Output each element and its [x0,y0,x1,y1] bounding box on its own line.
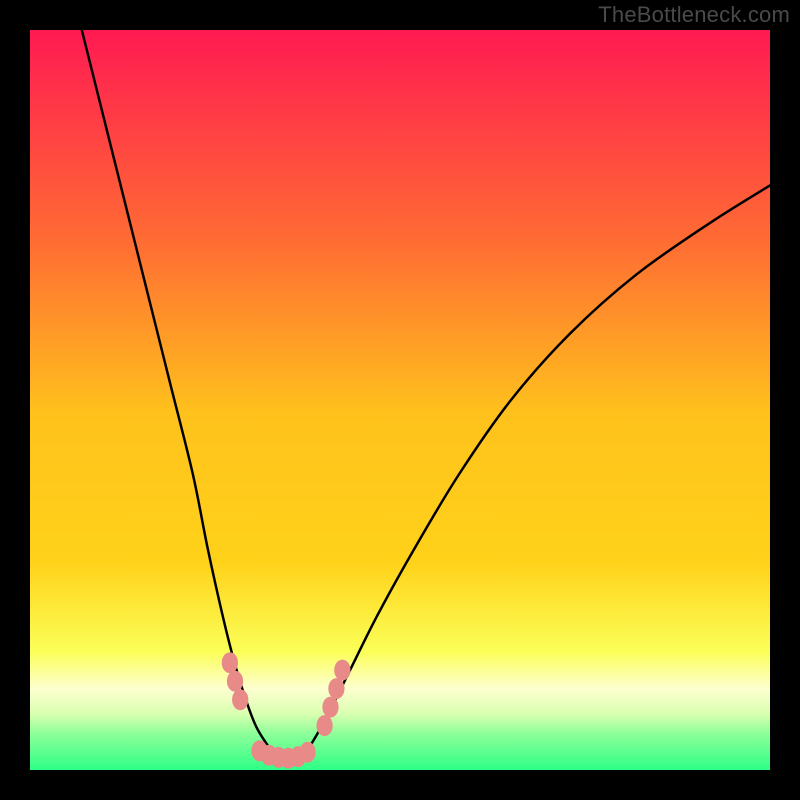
data-marker [322,697,338,718]
data-marker [222,652,238,673]
watermark-text: TheBottleneck.com [598,2,790,28]
bottleneck-chart [30,30,770,770]
gradient-background [30,30,770,770]
data-marker [232,689,248,710]
data-marker [316,715,332,736]
data-marker [299,742,315,763]
chart-container: { "watermark": "TheBottleneck.com", "col… [0,0,800,800]
data-marker [227,671,243,692]
data-marker [328,678,344,699]
data-marker [334,660,350,681]
